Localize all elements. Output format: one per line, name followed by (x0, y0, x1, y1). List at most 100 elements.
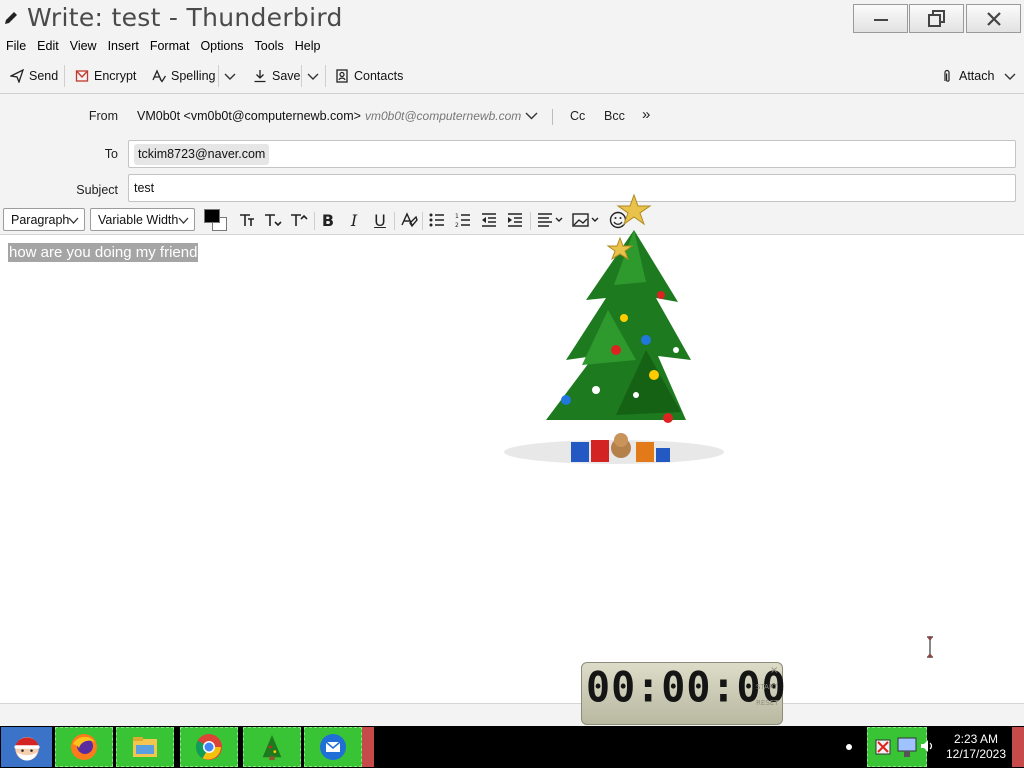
font-larger-icon[interactable] (289, 210, 309, 230)
menu-format[interactable]: Format (144, 37, 195, 57)
chevron-down-icon (1004, 73, 1016, 80)
window-title: Write: test - Thunderbird (27, 3, 343, 32)
menu-insert[interactable]: Insert (102, 37, 144, 57)
volume-icon[interactable] (920, 738, 934, 754)
from-label: From (88, 109, 118, 123)
attach-dropdown[interactable] (1004, 66, 1016, 86)
taskbar: 2:23 AM 12/17/2023 (0, 726, 1024, 768)
save-button[interactable]: Save (253, 66, 301, 86)
more-headers-button[interactable]: » (642, 106, 650, 123)
menu-view[interactable]: View (64, 37, 102, 57)
send-icon (10, 69, 24, 83)
spelling-icon (152, 69, 166, 83)
thunderbird-icon (320, 734, 346, 760)
paragraph-format-value: Paragraph (11, 212, 70, 227)
attach-button[interactable]: Attach (940, 66, 994, 86)
contacts-button[interactable]: Contacts (335, 66, 403, 86)
christmas-tree-icon (262, 734, 282, 761)
font-family-select[interactable]: Variable Width (90, 208, 195, 231)
from-address-hint: vm0b0t@computernewb.com (365, 109, 522, 123)
header-divider (552, 109, 553, 125)
clock-date: 12/17/2023 (945, 747, 1007, 761)
spelling-button[interactable]: Spelling (152, 66, 215, 86)
spelling-label: Spelling (171, 69, 216, 83)
chevron-down-icon (224, 73, 236, 80)
send-label: Send (29, 69, 59, 83)
paragraph-format-select[interactable]: Paragraph (3, 208, 85, 231)
text-cursor-icon (927, 636, 933, 658)
font-size-reset-icon[interactable] (237, 210, 257, 230)
menu-bar: File Edit View Insert Format Options Too… (0, 37, 1024, 57)
file-explorer-icon (133, 737, 157, 757)
attach-label: Attach (959, 69, 995, 83)
to-field[interactable]: tckim8723@naver.com (128, 140, 1016, 168)
taskbar-christmas-tree-app[interactable] (243, 727, 301, 767)
taskbar-clock[interactable]: 2:23 AM 12/17/2023 (940, 732, 1012, 762)
cc-button[interactable]: Cc (570, 109, 585, 123)
bcc-button[interactable]: Bcc (604, 109, 625, 123)
start-button[interactable] (1, 727, 52, 767)
from-dropdown[interactable] (525, 109, 538, 125)
toolbar-divider (64, 65, 65, 87)
from-identity-select[interactable]: VM0b0t <vm0b0t@computernewb.com> (137, 109, 361, 123)
close-icon (986, 11, 1001, 26)
timer-reset-button[interactable]: RESET (756, 699, 778, 707)
subject-label: Subject (76, 183, 118, 197)
timer-close-button[interactable]: × (770, 665, 778, 676)
save-dropdown[interactable] (307, 66, 319, 86)
color-picker[interactable] (203, 208, 229, 232)
recipient-pill[interactable]: tckim8723@naver.com (134, 144, 270, 165)
minimize-icon (873, 18, 888, 21)
menu-edit[interactable]: Edit (31, 37, 64, 57)
taskbar-overflow (362, 727, 374, 767)
restore-button[interactable] (909, 4, 964, 33)
timer-start-button[interactable]: START (756, 683, 778, 691)
toolbar-divider (301, 65, 302, 87)
selected-body-text[interactable]: how are you doing my friend (8, 243, 199, 262)
contacts-label: Contacts (354, 69, 404, 83)
menu-options[interactable]: Options (194, 37, 248, 57)
menu-file[interactable]: File (0, 37, 31, 57)
spelling-dropdown[interactable] (224, 66, 236, 86)
font-smaller-icon[interactable] (263, 210, 283, 230)
show-desktop-button[interactable] (1012, 727, 1024, 767)
taskbar-firefox[interactable] (55, 727, 113, 767)
contacts-icon (336, 69, 348, 83)
menu-help[interactable]: Help (289, 37, 326, 57)
restore-icon (927, 9, 945, 27)
minimize-button[interactable] (853, 4, 908, 33)
text-color-swatch[interactable] (204, 209, 220, 223)
save-label: Save (272, 69, 301, 83)
taskbar-thunderbird[interactable] (304, 727, 362, 767)
close-button[interactable] (966, 4, 1021, 33)
encrypt-icon (75, 70, 89, 82)
numbered-list-icon[interactable]: 12 (453, 210, 473, 230)
bulleted-list-icon[interactable] (427, 210, 447, 230)
menu-tools[interactable]: Tools (249, 37, 289, 57)
bold-icon[interactable]: B (318, 210, 338, 230)
chevron-down-icon (178, 217, 189, 224)
italic-icon[interactable]: I (344, 210, 364, 230)
format-divider (314, 212, 315, 230)
chevron-down-icon (68, 217, 79, 224)
thunderbird-compose-window: Write: test - Thunderbird File Edit View… (0, 0, 1024, 768)
remove-formatting-icon[interactable] (399, 210, 419, 230)
chevron-down-icon (525, 112, 538, 120)
chevron-down-icon (307, 73, 319, 80)
taskbar-file-explorer[interactable] (116, 727, 174, 767)
format-divider (422, 212, 423, 230)
taskbar-chrome[interactable] (180, 727, 238, 767)
save-icon (254, 70, 266, 83)
send-button[interactable]: Send (10, 66, 58, 86)
christmas-tree-decoration (504, 193, 724, 464)
firefox-icon (71, 734, 97, 760)
encrypt-label: Encrypt (94, 69, 137, 83)
toolbar-divider (325, 65, 326, 87)
subject-value: test (134, 181, 155, 195)
underline-icon[interactable]: U (370, 210, 390, 230)
encrypt-button[interactable]: Encrypt (75, 66, 136, 86)
toolbar-divider (218, 65, 219, 87)
clock-time: 2:23 AM (953, 732, 999, 746)
countdown-timer-widget[interactable]: 00:00:00 × START RESET (581, 662, 786, 725)
system-tray[interactable] (867, 727, 927, 767)
